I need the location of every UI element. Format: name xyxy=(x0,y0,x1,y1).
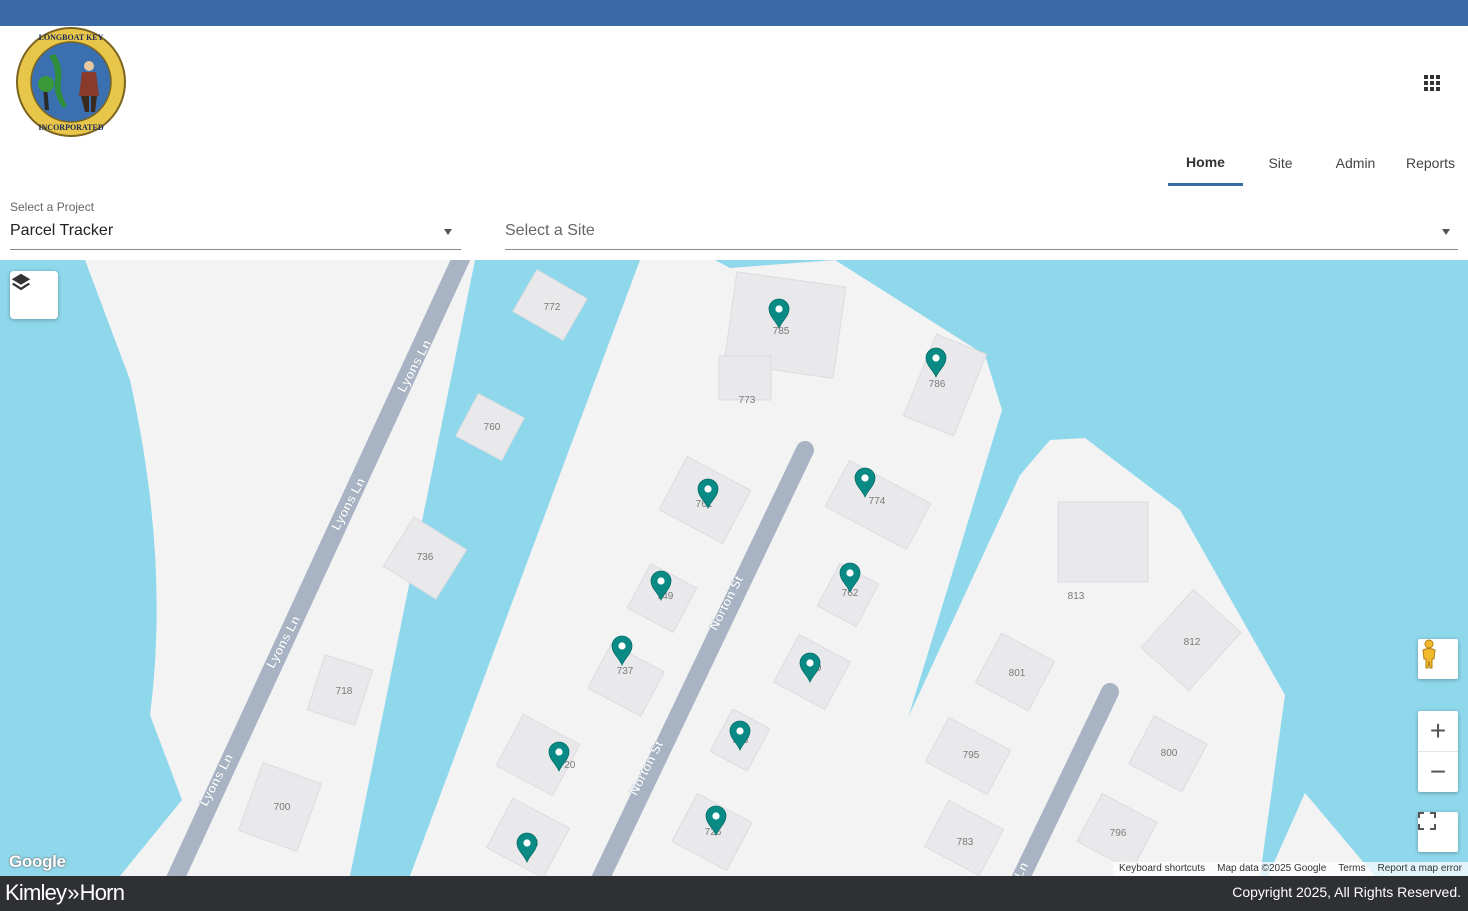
street-view-button[interactable] xyxy=(1418,639,1458,679)
filter-bar: Select a Project Parcel Tracker Select a… xyxy=(0,186,1468,260)
app-header: LONGBOAT KEY INCORPORATED Home Site Admi… xyxy=(0,26,1468,187)
apps-menu-button[interactable] xyxy=(1420,71,1444,95)
parcel-label: 774 xyxy=(869,496,886,507)
fullscreen-button[interactable] xyxy=(1418,812,1458,852)
parcel-label: 700 xyxy=(274,802,291,813)
copyright-text: Copyright 2025, All Rights Reserved. xyxy=(1232,884,1461,900)
project-select-label: Select a Project xyxy=(10,200,95,214)
chevron-down-icon xyxy=(444,229,452,235)
parcel-label: 812 xyxy=(1184,637,1201,648)
fullscreen-icon xyxy=(1418,812,1436,830)
parcel-building xyxy=(1057,501,1149,583)
google-logo: Google xyxy=(9,852,66,871)
project-select-value: Parcel Tracker xyxy=(10,222,114,239)
town-seal-logo[interactable]: LONGBOAT KEY INCORPORATED xyxy=(15,26,127,138)
parcel-label: 760 xyxy=(484,422,501,433)
main-nav: Home Site Admin Reports xyxy=(1168,140,1468,186)
chevron-down-icon xyxy=(1442,229,1450,235)
seal-text-bottom: INCORPORATED xyxy=(38,123,103,132)
parcel-label: 718 xyxy=(336,686,353,697)
top-accent-bar xyxy=(0,0,1468,26)
tab-reports[interactable]: Reports xyxy=(1393,140,1468,186)
parcel-label: 801 xyxy=(1009,668,1026,679)
zoom-out-button[interactable]: − xyxy=(1418,752,1458,792)
app-footer: Kimley»Horn Copyright 2025, All Rights R… xyxy=(0,876,1468,911)
parcel-label: 795 xyxy=(963,750,980,761)
map-data-text: Map data ©2025 Google xyxy=(1217,863,1327,874)
parcel-building xyxy=(718,355,772,401)
parcel-label: 736 xyxy=(417,552,434,563)
parcel-label: 800 xyxy=(1161,748,1178,759)
parcel-map[interactable]: 772 760 736 718 700 785 773 786 761 774 749 762 737 7… xyxy=(0,260,1468,876)
parcel-label: 785 xyxy=(773,326,790,337)
tab-admin[interactable]: Admin xyxy=(1318,140,1393,186)
apps-grid-icon xyxy=(1424,75,1440,91)
zoom-controls: + − xyxy=(1418,711,1458,792)
brand-separator: » xyxy=(67,880,79,905)
parcel-label: 786 xyxy=(929,379,946,390)
keyboard-shortcuts-link[interactable]: Keyboard shortcuts xyxy=(1113,862,1211,876)
seal-text-top: LONGBOAT KEY xyxy=(39,33,104,42)
report-map-error-link[interactable]: Report a map error xyxy=(1372,862,1468,876)
map-canvas[interactable]: 772760736718700785773786761 774749 7627377… xyxy=(0,260,1468,876)
parcel-label: 737 xyxy=(617,666,634,677)
map-layers-button[interactable] xyxy=(10,271,58,319)
zoom-in-button[interactable]: + xyxy=(1418,711,1458,752)
project-select[interactable]: Select a Project Parcel Tracker xyxy=(10,196,461,250)
parcel-label: 783 xyxy=(957,837,974,848)
site-select-placeholder: Select a Site xyxy=(505,222,595,239)
parcel-label: 773 xyxy=(739,395,756,406)
kimley-horn-logo: Kimley»Horn xyxy=(5,880,125,906)
map-attribution: Keyboard shortcuts Map data ©2025 Google… xyxy=(1112,862,1468,876)
pegman-icon xyxy=(1422,639,1436,669)
layers-icon xyxy=(11,273,31,291)
parcel-label: 813 xyxy=(1068,591,1085,602)
parcel-label: 772 xyxy=(544,302,561,313)
brand-left: Kimley xyxy=(5,880,67,905)
tab-site[interactable]: Site xyxy=(1243,140,1318,186)
terms-link[interactable]: Terms xyxy=(1332,862,1371,876)
tab-home[interactable]: Home xyxy=(1168,140,1243,186)
site-select[interactable]: Select a Site xyxy=(505,196,1458,250)
brand-right: Horn xyxy=(79,880,125,905)
parcel-label: 796 xyxy=(1110,828,1127,839)
